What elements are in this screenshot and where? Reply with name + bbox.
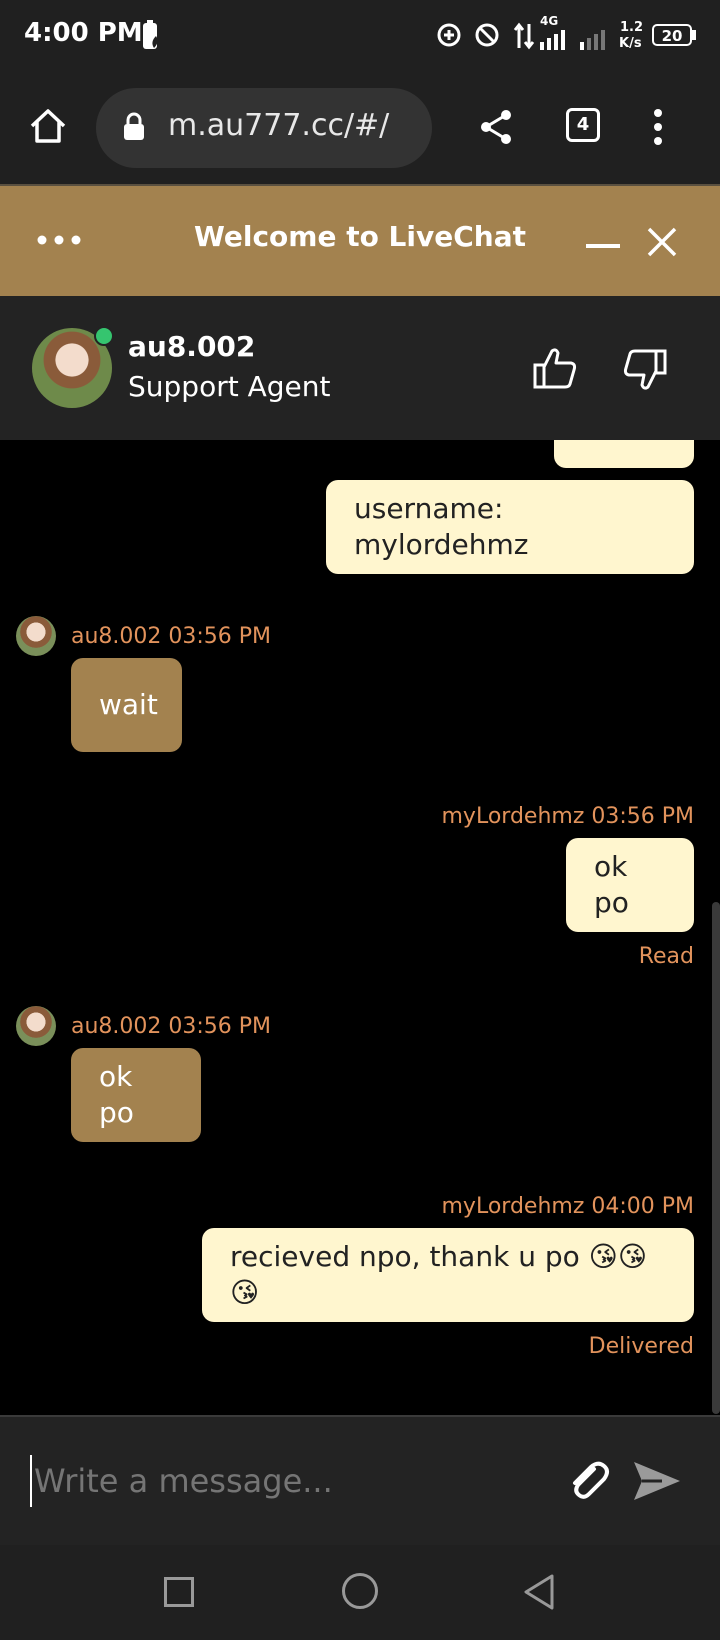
do-not-disturb-icon: [475, 23, 499, 47]
agent-info-bar: au8.002 Support Agent: [0, 296, 720, 440]
more-options-icon[interactable]: [652, 108, 664, 146]
message-sender-time: myLordehmz 03:56 PM: [441, 804, 695, 829]
browser-toolbar: m.au777.cc/#/ 4: [0, 74, 720, 186]
recent-apps-button[interactable]: [164, 1577, 194, 1607]
agent-message-avatar: [16, 1006, 56, 1046]
home-nav-button[interactable]: [342, 1573, 378, 1609]
message-list[interactable]: username: mylordehmz au8.002 03:56 PM wa…: [0, 440, 720, 1415]
message-input[interactable]: [30, 1455, 536, 1507]
url-text: m.au777.cc/#/: [168, 108, 390, 143]
outgoing-message-bubble: username: mylordehmz: [326, 480, 694, 574]
message-sender-time: au8.002 03:56 PM: [71, 1014, 272, 1039]
message-status: Read: [638, 944, 694, 969]
network-speed-unit: K/s: [619, 36, 642, 51]
system-navigation-bar: [0, 1545, 720, 1640]
message-sender-time: myLordehmz 04:00 PM: [441, 1194, 695, 1219]
partial-message-bubble: [554, 440, 694, 468]
address-bar[interactable]: m.au777.cc/#/: [96, 88, 432, 168]
livechat-title: Welcome to LiveChat: [193, 220, 527, 253]
outgoing-message-bubble: recieved npo, thank u po 😘😘😘: [202, 1228, 694, 1322]
agent-name: au8.002: [128, 330, 256, 363]
thumbs-down-icon[interactable]: [622, 348, 668, 392]
status-time: 4:00 PM: [24, 18, 143, 48]
agent-role: Support Agent: [128, 370, 331, 403]
send-icon[interactable]: [632, 1459, 682, 1503]
agent-message-avatar: [16, 616, 56, 656]
outgoing-message-bubble: ok po: [566, 838, 694, 932]
signal-strength-icon: [540, 30, 565, 50]
message-composer: [0, 1415, 720, 1547]
battery-level: 20: [661, 27, 683, 45]
home-icon[interactable]: [28, 106, 68, 146]
battery-saver-icon: [143, 20, 158, 49]
status-bar: 4:00 PM 4G 1.2 K/s 20: [0, 0, 720, 74]
incoming-message-bubble: ok po: [71, 1048, 201, 1142]
minimize-button[interactable]: [586, 244, 620, 248]
signal-weak-icon: [580, 30, 605, 50]
chat-scrollbar[interactable]: [712, 902, 720, 1414]
data-saver-icon: [437, 23, 461, 47]
tab-count: 4: [576, 114, 590, 135]
back-nav-icon[interactable]: [522, 1573, 556, 1611]
message-sender-time: au8.002 03:56 PM: [71, 624, 272, 649]
lock-icon: [124, 112, 144, 140]
incoming-message-bubble: wait: [71, 658, 182, 752]
message-status: Delivered: [588, 1334, 694, 1359]
attachment-icon[interactable]: [564, 1457, 612, 1505]
battery-indicator: 20: [652, 24, 692, 46]
livechat-header: Welcome to LiveChat: [0, 186, 720, 296]
data-transfer-icon: [513, 22, 535, 50]
close-icon[interactable]: [646, 226, 678, 258]
network-speed-value: 1.2: [620, 20, 644, 35]
share-icon[interactable]: [478, 108, 514, 146]
battery-tip: [692, 30, 696, 40]
network-type-label: 4G: [540, 14, 559, 28]
tabs-button[interactable]: 4: [566, 108, 600, 142]
online-status-indicator: [94, 326, 114, 346]
thumbs-up-icon[interactable]: [532, 346, 578, 390]
